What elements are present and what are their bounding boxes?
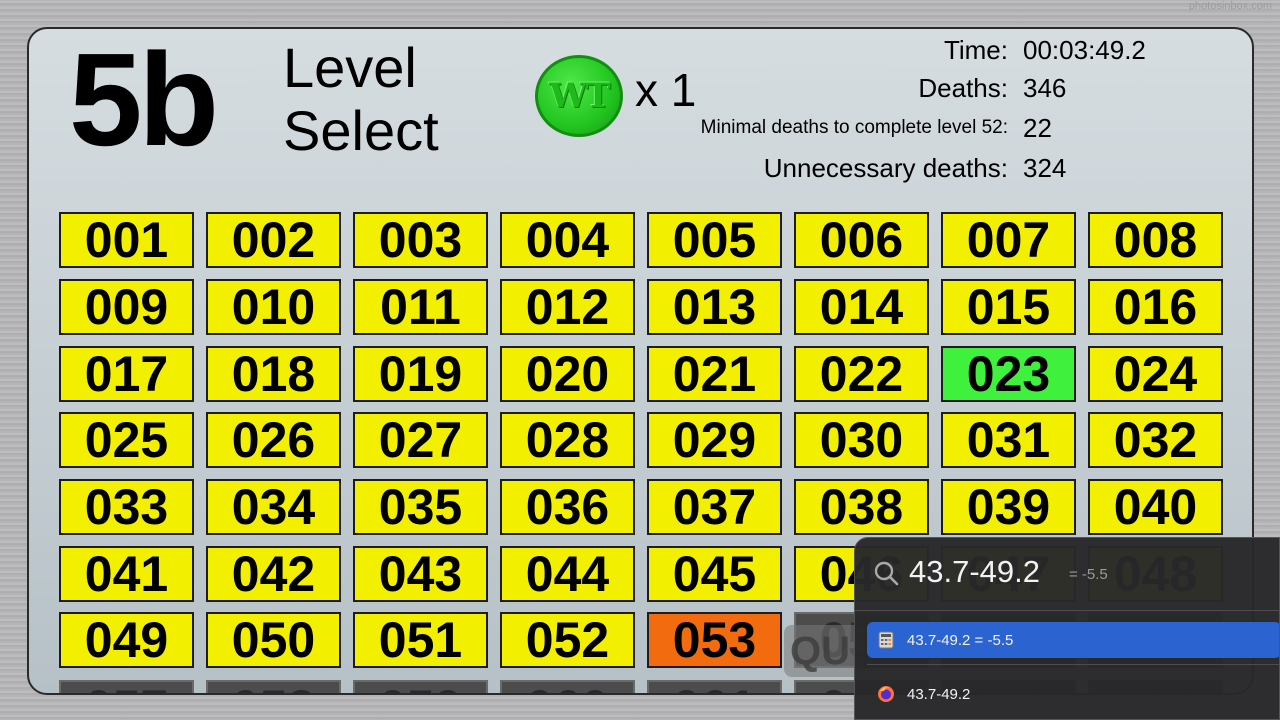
level-button-020[interactable]: 020 — [500, 346, 635, 402]
level-button-024[interactable]: 024 — [1088, 346, 1223, 402]
time-value: 00:03:49.2 — [1023, 35, 1146, 65]
search-icon — [874, 561, 899, 586]
level-button-025[interactable]: 025 — [59, 412, 194, 468]
level-button-016[interactable]: 016 — [1088, 279, 1223, 335]
level-button-032[interactable]: 032 — [1088, 412, 1223, 468]
level-button-011[interactable]: 011 — [353, 279, 488, 335]
level-button-009[interactable]: 009 — [59, 279, 194, 335]
level-button-052[interactable]: 052 — [500, 612, 635, 668]
level-button-037[interactable]: 037 — [647, 479, 782, 535]
level-button-051[interactable]: 051 — [353, 612, 488, 668]
world-number: 5b — [69, 27, 219, 173]
level-button-050[interactable]: 050 — [206, 612, 341, 668]
level-button-023[interactable]: 023 — [941, 346, 1076, 402]
firefox-icon — [877, 685, 895, 703]
level-button-014[interactable]: 014 — [794, 279, 929, 335]
level-button-017[interactable]: 017 — [59, 346, 194, 402]
spotlight-inline-result: = -5.5 — [1069, 566, 1108, 583]
spotlight-row-separator — [867, 664, 1279, 665]
spotlight-result-label: 43.7-49.2 = -5.5 — [907, 631, 1014, 649]
level-button-006[interactable]: 006 — [794, 212, 929, 268]
spotlight-divider — [855, 610, 1279, 611]
screen-title-line1: Level — [283, 36, 417, 99]
level-button-038[interactable]: 038 — [794, 479, 929, 535]
level-button-030[interactable]: 030 — [794, 412, 929, 468]
minimal-deaths-value: 22 — [1023, 113, 1052, 143]
level-button-005[interactable]: 005 — [647, 212, 782, 268]
level-button-058[interactable]: 058 — [206, 680, 341, 693]
level-button-031[interactable]: 031 — [941, 412, 1076, 468]
level-button-035[interactable]: 035 — [353, 479, 488, 535]
level-button-028[interactable]: 028 — [500, 412, 635, 468]
screen-title-line2: Select — [283, 98, 439, 162]
level-button-022[interactable]: 022 — [794, 346, 929, 402]
quit-button[interactable]: QU — [784, 625, 864, 677]
level-button-007[interactable]: 007 — [941, 212, 1076, 268]
level-button-044[interactable]: 044 — [500, 546, 635, 602]
coin-label: WT — [549, 76, 611, 116]
level-button-026[interactable]: 026 — [206, 412, 341, 468]
minimal-deaths-label: Minimal deaths to complete level 52: — [700, 117, 1008, 138]
watermark: photosinbox.com — [1188, 0, 1272, 12]
screen-title: Level Select — [283, 36, 439, 162]
level-button-033[interactable]: 033 — [59, 479, 194, 535]
level-button-001[interactable]: 001 — [59, 212, 194, 268]
level-button-015[interactable]: 015 — [941, 279, 1076, 335]
level-button-004[interactable]: 004 — [500, 212, 635, 268]
level-button-060[interactable]: 060 — [500, 680, 635, 693]
level-button-021[interactable]: 021 — [647, 346, 782, 402]
level-button-061[interactable]: 061 — [647, 680, 782, 693]
level-button-041[interactable]: 041 — [59, 546, 194, 602]
wt-coin-icon: WT — [535, 55, 623, 137]
level-button-019[interactable]: 019 — [353, 346, 488, 402]
level-button-036[interactable]: 036 — [500, 479, 635, 535]
level-button-012[interactable]: 012 — [500, 279, 635, 335]
level-button-010[interactable]: 010 — [206, 279, 341, 335]
time-label: Time: — [943, 35, 1008, 65]
level-button-059[interactable]: 059 — [353, 680, 488, 693]
level-button-034[interactable]: 034 — [206, 479, 341, 535]
level-button-045[interactable]: 045 — [647, 546, 782, 602]
spotlight-result-label: 43.7-49.2 — [907, 685, 971, 703]
spotlight-result-firefox[interactable]: 43.7-49.2 — [867, 676, 1279, 712]
unnecessary-deaths-value: 324 — [1023, 153, 1067, 183]
level-button-027[interactable]: 027 — [353, 412, 488, 468]
spotlight-result-calculator[interactable]: 43.7-49.2 = -5.5 — [867, 622, 1279, 658]
spotlight-window: 43.7-49.2 = -5.5 43.7-49.2 = -5.5 43.7-4… — [854, 537, 1280, 720]
level-button-040[interactable]: 040 — [1088, 479, 1223, 535]
level-button-003[interactable]: 003 — [353, 212, 488, 268]
deaths-label: Deaths: — [918, 73, 1008, 103]
calculator-icon — [877, 631, 895, 649]
spotlight-search-input[interactable]: 43.7-49.2 — [909, 554, 1040, 590]
level-button-008[interactable]: 008 — [1088, 212, 1223, 268]
level-button-043[interactable]: 043 — [353, 546, 488, 602]
level-button-053[interactable]: 053 — [647, 612, 782, 668]
deaths-value: 346 — [1023, 73, 1067, 103]
level-button-042[interactable]: 042 — [206, 546, 341, 602]
level-button-039[interactable]: 039 — [941, 479, 1076, 535]
level-button-029[interactable]: 029 — [647, 412, 782, 468]
unnecessary-deaths-label: Unnecessary deaths: — [763, 153, 1008, 183]
level-button-013[interactable]: 013 — [647, 279, 782, 335]
level-button-049[interactable]: 049 — [59, 612, 194, 668]
level-button-002[interactable]: 002 — [206, 212, 341, 268]
coin-count: x 1 — [635, 64, 697, 116]
level-button-057[interactable]: 057 — [59, 680, 194, 693]
level-button-018[interactable]: 018 — [206, 346, 341, 402]
